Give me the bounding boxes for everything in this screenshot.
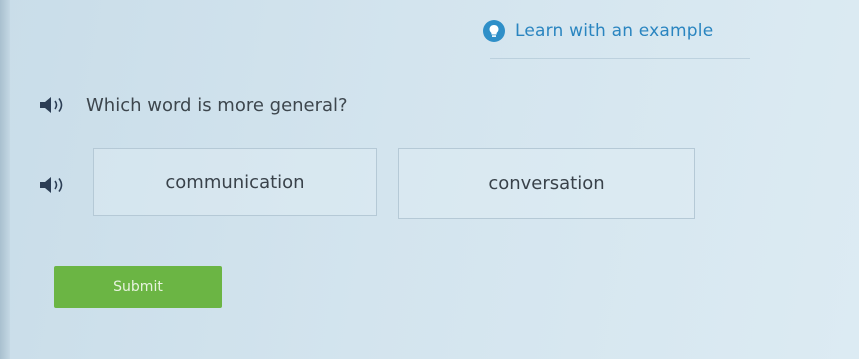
window-edge bbox=[0, 0, 10, 359]
choice-label: communication bbox=[165, 171, 305, 193]
learn-with-example-label: Learn with an example bbox=[515, 21, 714, 41]
choice-communication[interactable]: communication bbox=[93, 148, 377, 216]
speaker-icon[interactable] bbox=[38, 174, 72, 196]
submit-button[interactable]: Submit bbox=[54, 266, 222, 308]
divider bbox=[490, 58, 750, 59]
question-row: Which word is more general? bbox=[38, 94, 348, 116]
choice-label: conversation bbox=[488, 173, 605, 194]
lightbulb-icon bbox=[483, 20, 505, 42]
speaker-icon[interactable] bbox=[38, 94, 72, 116]
learn-with-example-link[interactable]: Learn with an example bbox=[483, 20, 713, 42]
choice-conversation[interactable]: conversation bbox=[398, 148, 695, 219]
question-text: Which word is more general? bbox=[86, 94, 348, 116]
